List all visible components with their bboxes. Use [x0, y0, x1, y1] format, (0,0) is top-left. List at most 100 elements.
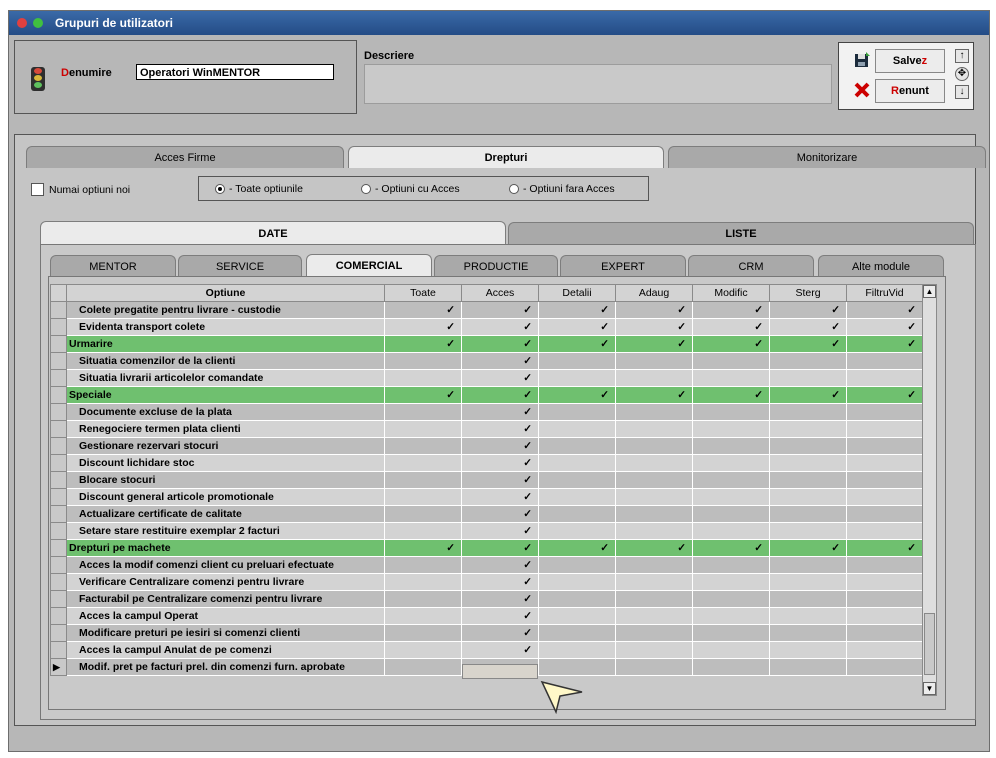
- check-cell-modific[interactable]: ✓: [692, 386, 770, 404]
- save-button[interactable]: Salvez: [875, 49, 945, 73]
- check-cell-detalii[interactable]: [538, 590, 616, 608]
- check-cell-modific[interactable]: [692, 352, 770, 370]
- check-cell-sterg[interactable]: [769, 437, 847, 455]
- check-cell-toate[interactable]: [384, 624, 462, 642]
- check-cell-adaug[interactable]: ✓: [615, 335, 693, 353]
- check-cell-filtruvid[interactable]: [846, 658, 923, 676]
- check-cell-toate[interactable]: ✓: [384, 335, 462, 353]
- grid-row[interactable]: Colete pregatite pentru livrare - custod…: [50, 301, 923, 319]
- cancel-button[interactable]: Renunt: [875, 79, 945, 103]
- check-cell-toate[interactable]: [384, 369, 462, 387]
- check-cell-sterg[interactable]: [769, 658, 847, 676]
- check-cell-detalii[interactable]: [538, 607, 616, 625]
- check-cell-filtruvid[interactable]: ✓: [846, 335, 923, 353]
- check-cell-modific[interactable]: [692, 437, 770, 455]
- check-cell-toate[interactable]: [384, 352, 462, 370]
- check-cell-acces[interactable]: ✓: [461, 488, 539, 506]
- check-cell-sterg[interactable]: [769, 505, 847, 523]
- grid-group-row[interactable]: Speciale ✓ ✓ ✓ ✓ ✓ ✓ ✓: [50, 386, 923, 404]
- check-cell-sterg[interactable]: ✓: [769, 386, 847, 404]
- check-cell-toate[interactable]: [384, 420, 462, 438]
- check-cell-acces[interactable]: ✓: [461, 590, 539, 608]
- check-cell-acces[interactable]: ✓: [461, 437, 539, 455]
- row-selector[interactable]: [50, 454, 67, 472]
- check-cell-acces[interactable]: ✓: [461, 420, 539, 438]
- check-cell-adaug[interactable]: [615, 573, 693, 591]
- check-cell-filtruvid[interactable]: [846, 437, 923, 455]
- col-header-toate[interactable]: Toate: [384, 284, 462, 302]
- check-cell-toate[interactable]: [384, 522, 462, 540]
- tab-acces-firme[interactable]: Acces Firme: [26, 146, 344, 168]
- check-cell-filtruvid[interactable]: [846, 624, 923, 642]
- tab-expert[interactable]: EXPERT: [560, 255, 686, 277]
- check-cell-detalii[interactable]: [538, 522, 616, 540]
- check-cell-modific[interactable]: [692, 556, 770, 574]
- check-cell-modific[interactable]: [692, 590, 770, 608]
- check-cell-sterg[interactable]: [769, 607, 847, 625]
- check-cell-acces[interactable]: ✓: [461, 403, 539, 421]
- row-selector[interactable]: [50, 573, 67, 591]
- grid-row[interactable]: Situatia livrarii articolelor comandate ✓: [50, 369, 923, 387]
- check-cell-sterg[interactable]: ✓: [769, 318, 847, 336]
- check-cell-toate[interactable]: ✓: [384, 318, 462, 336]
- check-cell-acces[interactable]: ✓: [461, 573, 539, 591]
- check-cell-toate[interactable]: [384, 607, 462, 625]
- check-cell-modific[interactable]: ✓: [692, 539, 770, 557]
- check-cell-acces[interactable]: ✓: [461, 318, 539, 336]
- check-cell-detalii[interactable]: ✓: [538, 335, 616, 353]
- check-cell-filtruvid[interactable]: [846, 522, 923, 540]
- check-cell-sterg[interactable]: [769, 556, 847, 574]
- check-cell-detalii[interactable]: [538, 641, 616, 659]
- row-selector[interactable]: [50, 420, 67, 438]
- col-header-optiune[interactable]: Optiune: [66, 284, 385, 302]
- check-cell-acces[interactable]: ✓: [461, 539, 539, 557]
- check-cell-detalii[interactable]: [538, 471, 616, 489]
- check-cell-sterg[interactable]: [769, 454, 847, 472]
- check-cell-acces[interactable]: ✓: [461, 471, 539, 489]
- check-cell-acces[interactable]: ✓: [461, 522, 539, 540]
- check-cell-detalii[interactable]: [538, 624, 616, 642]
- check-cell-sterg[interactable]: [769, 403, 847, 421]
- check-cell-adaug[interactable]: [615, 488, 693, 506]
- grid-row[interactable]: Setare stare restituire exemplar 2 factu…: [50, 522, 923, 540]
- tab-alte-module[interactable]: Alte module: [818, 255, 944, 277]
- check-cell-toate[interactable]: [384, 403, 462, 421]
- check-cell-acces[interactable]: ✓: [461, 369, 539, 387]
- check-cell-modific[interactable]: ✓: [692, 335, 770, 353]
- check-cell-sterg[interactable]: [769, 641, 847, 659]
- grid-row[interactable]: Evidenta transport colete ✓ ✓ ✓ ✓ ✓ ✓ ✓: [50, 318, 923, 336]
- grid-row[interactable]: Blocare stocuri ✓: [50, 471, 923, 489]
- check-cell-toate[interactable]: ✓: [384, 539, 462, 557]
- check-cell-sterg[interactable]: [769, 352, 847, 370]
- check-cell-detalii[interactable]: [538, 573, 616, 591]
- current-row-indicator-icon[interactable]: ▶: [50, 658, 67, 676]
- row-selector[interactable]: [50, 607, 67, 625]
- check-cell-filtruvid[interactable]: [846, 369, 923, 387]
- check-cell-modific[interactable]: [692, 454, 770, 472]
- row-selector[interactable]: [50, 352, 67, 370]
- check-cell-filtruvid[interactable]: [846, 403, 923, 421]
- check-cell-adaug[interactable]: [615, 505, 693, 523]
- check-cell-acces[interactable]: ✓: [461, 352, 539, 370]
- check-cell-acces[interactable]: ✓: [461, 556, 539, 574]
- check-cell-toate[interactable]: [384, 590, 462, 608]
- grid-row[interactable]: Documente excluse de la plata ✓: [50, 403, 923, 421]
- row-selector[interactable]: [50, 335, 67, 353]
- grid-group-row[interactable]: Urmarire ✓ ✓ ✓ ✓ ✓ ✓ ✓: [50, 335, 923, 353]
- tab-liste[interactable]: LISTE: [508, 222, 974, 244]
- check-cell-detalii[interactable]: [538, 454, 616, 472]
- check-cell-filtruvid[interactable]: ✓: [846, 386, 923, 404]
- check-cell-adaug[interactable]: ✓: [615, 539, 693, 557]
- grid-row[interactable]: Gestionare rezervari stocuri ✓: [50, 437, 923, 455]
- grid-row[interactable]: Actualizare certificate de calitate ✓: [50, 505, 923, 523]
- check-cell-modific[interactable]: [692, 641, 770, 659]
- check-cell-acces[interactable]: ✓: [461, 641, 539, 659]
- check-cell-sterg[interactable]: [769, 624, 847, 642]
- tab-productie[interactable]: PRODUCTIE: [434, 255, 558, 277]
- row-selector[interactable]: [50, 522, 67, 540]
- check-cell-adaug[interactable]: ✓: [615, 318, 693, 336]
- check-cell-toate[interactable]: ✓: [384, 301, 462, 319]
- check-cell-toate[interactable]: [384, 505, 462, 523]
- check-cell-sterg[interactable]: [769, 369, 847, 387]
- check-cell-detalii[interactable]: [538, 352, 616, 370]
